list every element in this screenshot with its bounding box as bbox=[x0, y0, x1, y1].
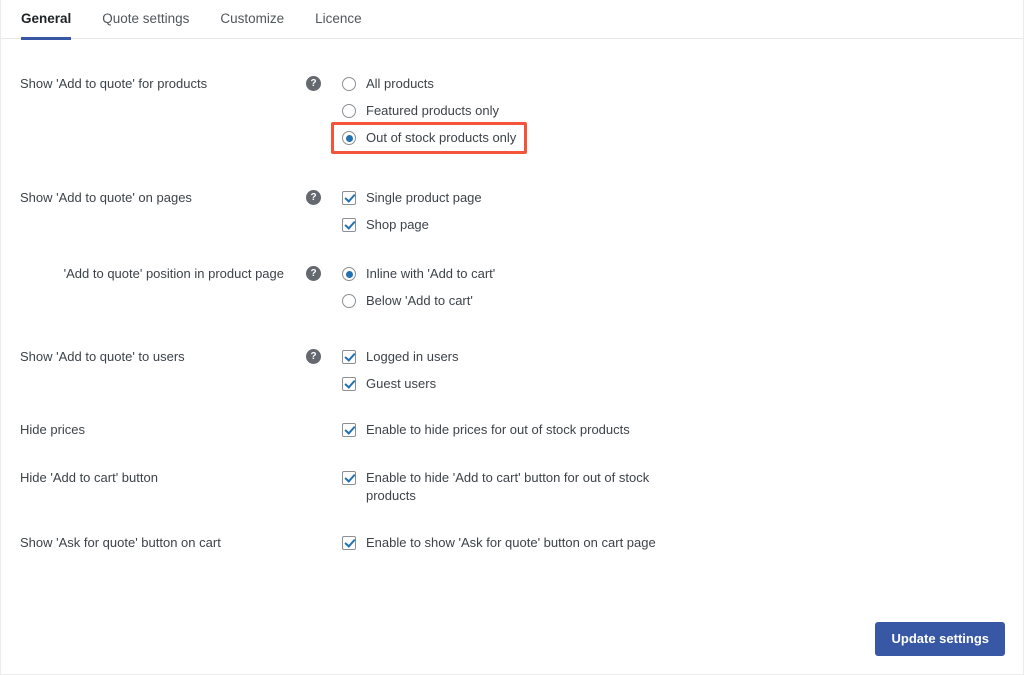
checkbox-input[interactable] bbox=[342, 350, 356, 364]
help-icon[interactable]: ? bbox=[306, 190, 321, 205]
help-icon[interactable]: ? bbox=[306, 76, 321, 91]
setting-label: Show 'Add to quote' on pages bbox=[20, 190, 192, 205]
option-label: Below 'Add to cart' bbox=[366, 293, 473, 308]
radio-button[interactable] bbox=[342, 77, 356, 91]
radio-button[interactable] bbox=[342, 294, 356, 308]
checkbox-option[interactable]: Enable to hide 'Add to cart' button for … bbox=[342, 469, 1023, 505]
tab-customize[interactable]: Customize bbox=[220, 0, 284, 28]
radio-button[interactable] bbox=[342, 267, 356, 281]
checkbox-option[interactable]: Guest users bbox=[342, 375, 1023, 393]
setting-row: Show 'Add to quote' on pages? Single prod… bbox=[1, 189, 1023, 234]
tab-licence[interactable]: Licence bbox=[315, 0, 362, 28]
update-settings-button[interactable]: Update settings bbox=[875, 622, 1005, 656]
option-label: Enable to hide 'Add to cart' button for … bbox=[366, 470, 650, 503]
checkbox-input[interactable] bbox=[342, 423, 356, 437]
checkbox-option[interactable]: Shop page bbox=[342, 216, 1023, 234]
setting-label: Hide prices bbox=[20, 422, 86, 437]
settings-panel: General Quote settings Customize Licence Sh… bbox=[0, 0, 1024, 675]
checkbox-input[interactable] bbox=[342, 536, 356, 550]
setting-label: Show 'Add to quote' for products bbox=[20, 76, 208, 91]
option-group: Enable to hide prices for out of stock p… bbox=[342, 421, 1023, 439]
help-column: ? bbox=[284, 75, 342, 91]
setting-label: Hide 'Add to cart' button bbox=[20, 470, 158, 485]
option-label: Single product page bbox=[366, 190, 482, 205]
option-group: Enable to show 'Ask for quote' button on… bbox=[342, 534, 1023, 552]
form-footer: Update settings bbox=[875, 622, 1005, 656]
help-column bbox=[284, 469, 342, 485]
option-label: Enable to hide prices for out of stock p… bbox=[366, 422, 630, 437]
tab-quote-settings[interactable]: Quote settings bbox=[102, 0, 189, 28]
option-group: Inline with 'Add to cart' Below 'Add to c… bbox=[342, 265, 1023, 310]
settings-form: Show 'Add to quote' for products? All pro… bbox=[1, 39, 1023, 552]
help-column: ? bbox=[284, 189, 342, 205]
option-group: Single product page Shop page bbox=[342, 189, 1023, 234]
checkbox-input[interactable] bbox=[342, 377, 356, 391]
help-column: ? bbox=[284, 265, 342, 281]
option-label: Shop page bbox=[366, 217, 429, 232]
radio-button[interactable] bbox=[342, 104, 356, 118]
setting-row: Show 'Add to quote' for products? All pro… bbox=[1, 75, 1023, 154]
help-icon[interactable]: ? bbox=[306, 349, 321, 364]
radio-option[interactable]: Out of stock products only bbox=[331, 122, 1023, 154]
option-label: Out of stock products only bbox=[366, 130, 517, 145]
help-column bbox=[284, 421, 342, 437]
help-icon[interactable]: ? bbox=[306, 266, 321, 281]
option-label: Guest users bbox=[366, 376, 437, 391]
radio-option[interactable]: Inline with 'Add to cart' bbox=[342, 265, 1023, 283]
setting-label: 'Add to quote' position in product page bbox=[63, 266, 284, 281]
radio-option[interactable]: Below 'Add to cart' bbox=[342, 292, 1023, 310]
checkbox-option[interactable]: Enable to hide prices for out of stock p… bbox=[342, 421, 1023, 439]
setting-row: 'Add to quote' position in product page?… bbox=[1, 265, 1023, 310]
option-label: Featured products only bbox=[366, 103, 499, 118]
radio-option[interactable]: Featured products only bbox=[342, 102, 1023, 120]
setting-row: Show 'Add to quote' to users? Logged in u… bbox=[1, 348, 1023, 393]
checkbox-input[interactable] bbox=[342, 471, 356, 485]
checkbox-input[interactable] bbox=[342, 191, 356, 205]
setting-row: Hide prices Enable to hide prices for out… bbox=[1, 421, 1023, 439]
option-label: Inline with 'Add to cart' bbox=[366, 266, 496, 281]
help-column bbox=[284, 534, 342, 550]
radio-option[interactable]: All products bbox=[342, 75, 1023, 93]
tab-bar: General Quote settings Customize Licence bbox=[1, 0, 1023, 40]
option-label: Logged in users bbox=[366, 349, 459, 364]
help-column: ? bbox=[284, 348, 342, 364]
checkbox-option[interactable]: Enable to show 'Ask for quote' button on… bbox=[342, 534, 1023, 552]
checkbox-option[interactable]: Logged in users bbox=[342, 348, 1023, 366]
option-group: All products Featured products only Out of… bbox=[331, 75, 1023, 154]
option-group: Enable to hide 'Add to cart' button for … bbox=[342, 469, 1023, 505]
checkbox-option[interactable]: Single product page bbox=[342, 189, 1023, 207]
radio-button[interactable] bbox=[342, 131, 356, 145]
setting-row: Show 'Ask for quote' button on cart Enabl… bbox=[1, 534, 1023, 552]
setting-row: Hide 'Add to cart' button Enable to hide … bbox=[1, 469, 1023, 505]
option-label: Enable to show 'Ask for quote' button on… bbox=[366, 535, 656, 550]
setting-label: Show 'Add to quote' to users bbox=[20, 349, 185, 364]
option-group: Logged in users Guest users bbox=[342, 348, 1023, 393]
tab-general[interactable]: General bbox=[21, 0, 72, 40]
checkbox-input[interactable] bbox=[342, 218, 356, 232]
option-label: All products bbox=[366, 76, 434, 91]
setting-label: Show 'Ask for quote' button on cart bbox=[20, 535, 221, 550]
